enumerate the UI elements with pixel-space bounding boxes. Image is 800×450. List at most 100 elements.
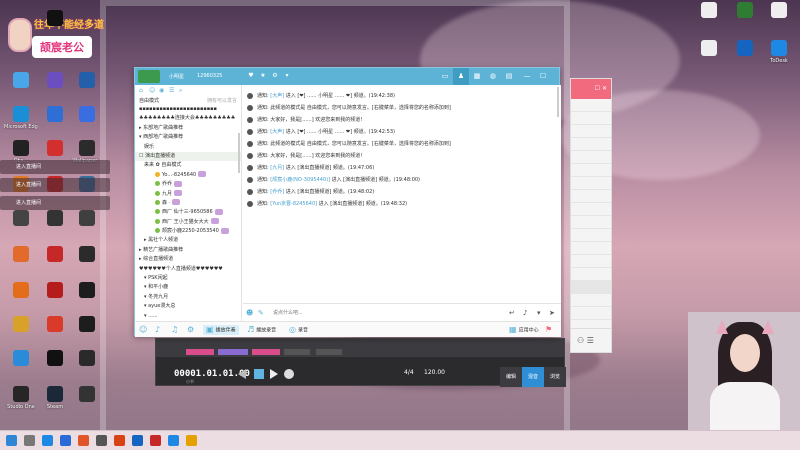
message-input[interactable] — [273, 307, 473, 319]
side-panel-row[interactable] — [571, 151, 611, 164]
desktop-shortcut[interactable] — [38, 246, 72, 264]
desktop-shortcut[interactable]: Steam — [38, 386, 72, 410]
channel-tree-item[interactable]: ▾ ayue漫大总 — [135, 302, 241, 311]
track-clip[interactable] — [284, 349, 310, 355]
desktop-shortcut[interactable] — [728, 2, 762, 20]
home-icon[interactable]: ⌂ — [139, 87, 146, 94]
channel-tree-item[interactable]: ♣♣♣♣♣♣♣♣连接大会♣♣♣♣♣♣♣♣♣ — [135, 114, 241, 123]
font-icon[interactable]: ✎ — [258, 309, 268, 317]
message-user[interactable]: [大声] — [270, 93, 284, 99]
channel-tree-item[interactable]: ▪▪▪▪▪▪▪▪▪▪▪▪▪▪▪▪▪▪▪▪▪▪▪ — [135, 105, 241, 114]
play-accompaniment-button[interactable]: ▣ 播放伴奏 — [203, 325, 239, 335]
record-button-bottom[interactable]: ◎ 录音 — [289, 325, 308, 335]
channel-tree-item[interactable]: ▸ 综合直播频道 — [135, 255, 241, 264]
channel-tree-item[interactable]: ▸ 黑社个人频道 — [135, 236, 241, 245]
channel-member[interactable]: Yo...-8245640 — [135, 171, 241, 180]
desktop-shortcut[interactable] — [4, 316, 38, 334]
user-avatar[interactable]: ☺ — [139, 325, 149, 335]
channel-tree-item[interactable]: ▸ 东部地广歌曲推荐 — [135, 124, 241, 133]
side-panel-row[interactable] — [571, 125, 611, 138]
desktop-shortcut[interactable] — [70, 106, 104, 124]
app-center-button[interactable]: ▦ 应用中心 — [509, 325, 539, 335]
desktop-shortcut[interactable] — [4, 282, 38, 300]
enter-icon[interactable]: ↵ — [509, 309, 517, 317]
voice-chat-window[interactable]: 小明星 12960325 ♥ ★ ⚙ ▾ ▭ ♟ ▦ ◍ ▤ — ☐ ⌂ ☺ ◉… — [134, 67, 561, 337]
desktop-shortcut[interactable] — [70, 386, 104, 404]
settings-icon[interactable]: ⚙ — [187, 325, 196, 335]
desktop-shortcut[interactable]: Studio One — [4, 386, 38, 410]
side-panel-row[interactable] — [571, 268, 611, 281]
taskbar-app-icon[interactable] — [186, 435, 197, 446]
taskbar-app-icon[interactable] — [96, 435, 107, 446]
start-button[interactable] — [6, 435, 17, 446]
taskbar-app-icon[interactable] — [132, 435, 143, 446]
side-panel-row[interactable] — [571, 99, 611, 112]
mic-icon[interactable]: ♪ — [155, 325, 162, 335]
desktop-shortcut[interactable] — [692, 2, 726, 20]
side-panel-row[interactable] — [571, 177, 611, 190]
chevron-down-icon[interactable]: ▾ — [283, 72, 291, 80]
channel-member[interactable]: 颉宸小鹿2250-2053540 — [135, 227, 241, 236]
desktop-shortcut[interactable]: ToDesk — [762, 40, 796, 64]
play-recording-button[interactable]: ♬ 播放录音 — [247, 325, 276, 335]
heart-icon[interactable]: ♥ — [247, 72, 255, 80]
desktop-shortcut[interactable] — [692, 40, 726, 58]
channel-member[interactable]: 西厂 仙十三-9650586 — [135, 208, 241, 217]
play-button[interactable] — [270, 369, 278, 379]
maximize-button[interactable]: ☐ — [535, 68, 551, 85]
channel-tree-item[interactable]: ▾ 冬尧九月 — [135, 293, 241, 302]
desktop-shortcut[interactable] — [70, 282, 104, 300]
screen-icon[interactable]: ▭ — [437, 68, 453, 85]
channel-tree-item[interactable]: ♥♥♥♥♥♥个人直播频道♥♥♥♥♥♥ — [135, 265, 241, 274]
taskbar-app-icon[interactable] — [78, 435, 89, 446]
message-user[interactable]: [颉宸小鹿(NO-3095440)] — [270, 177, 330, 183]
channel-member[interactable]: 九月 — [135, 190, 241, 199]
flag-icon[interactable]: ⚑ — [545, 325, 552, 335]
taskbar-app-icon[interactable] — [42, 435, 53, 446]
daw-tab-edit[interactable]: 编辑 — [500, 367, 522, 387]
desktop-shortcut[interactable]: Microsoft Edge — [4, 106, 38, 130]
side-panel-row[interactable] — [571, 307, 611, 320]
desktop-shortcut[interactable] — [762, 2, 796, 20]
location-icon[interactable]: ◉ — [159, 87, 166, 94]
channel-tree-item[interactable]: ▾ 西部地广歌曲推荐 — [135, 133, 241, 142]
sidebar-scrollbar[interactable] — [238, 133, 240, 173]
message-user[interactable]: [九月] — [270, 165, 284, 171]
side-panel-row[interactable] — [571, 229, 611, 242]
side-panel-row[interactable] — [571, 242, 611, 255]
mic-icon[interactable]: ♪ — [523, 309, 531, 317]
message-user[interactable]: [大声] — [270, 129, 284, 135]
channel-tree-item[interactable]: ▾ 和平小鹿 — [135, 283, 241, 292]
channel-tree-item[interactable]: ▾ PSK闲起 — [135, 274, 241, 283]
side-panel-row[interactable] — [571, 190, 611, 203]
taskbar-app-icon[interactable] — [168, 435, 179, 446]
voice-icon[interactable]: ♫ — [171, 325, 180, 335]
side-panel-row[interactable] — [571, 294, 611, 307]
side-panel-row[interactable] — [571, 216, 611, 229]
taskbar-app-icon[interactable] — [60, 435, 71, 446]
list-icon[interactable]: ☰ — [169, 87, 176, 94]
gift-icon[interactable]: ▦ — [469, 68, 485, 85]
track-clip[interactable] — [186, 349, 214, 355]
channel-tree-item[interactable]: ▸ 精艺广播歌曲推荐 — [135, 246, 241, 255]
daw-tab-browse[interactable]: 浏览 — [544, 367, 566, 387]
side-panel[interactable]: ☐ ✕ ⚇ ☰ — [570, 78, 612, 353]
desktop-shortcut[interactable] — [38, 350, 72, 368]
message-user[interactable]: [乔乔] — [270, 189, 284, 195]
rewind-icon[interactable] — [238, 369, 246, 379]
channel-member[interactable]: 乔乔 — [135, 180, 241, 189]
desktop-shortcut[interactable] — [728, 40, 762, 58]
send-icon[interactable]: ➤ — [549, 309, 557, 317]
side-panel-row[interactable] — [571, 255, 611, 268]
track-clip[interactable] — [252, 349, 280, 355]
record-button[interactable] — [284, 369, 294, 379]
desktop-shortcut[interactable] — [38, 72, 72, 90]
game-icon[interactable]: ◍ — [485, 68, 501, 85]
star-icon[interactable]: ★ — [259, 72, 267, 80]
friend-icon[interactable]: ☺ — [149, 87, 156, 94]
chat-scrollbar[interactable] — [557, 87, 559, 117]
channel-tree-item[interactable]: 娱乐 — [135, 143, 241, 152]
side-panel-row[interactable] — [571, 281, 611, 294]
daw-window[interactable]: 00001.01.01.00 小节 4/4 120.00 编辑 混音 浏览 — [155, 338, 566, 387]
desktop-shortcut[interactable] — [70, 246, 104, 264]
